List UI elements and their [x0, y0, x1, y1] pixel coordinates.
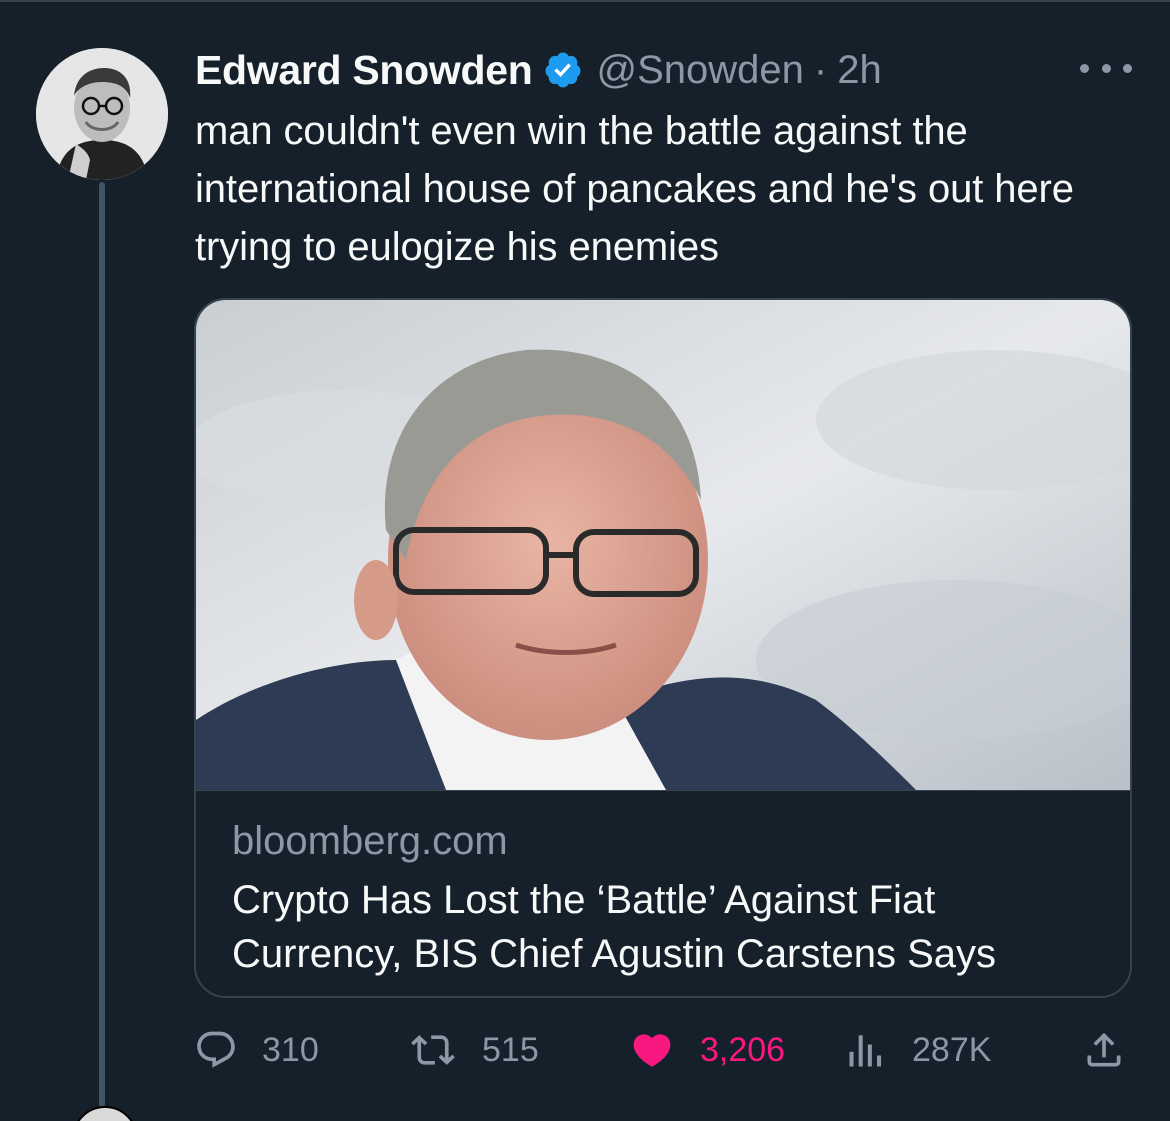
author-handle[interactable]: @Snowden — [597, 48, 804, 93]
link-preview-card[interactable]: bloomberg.com Crypto Has Lost the ‘Battl… — [194, 298, 1132, 998]
retweet-icon — [411, 1035, 455, 1065]
next-tweet-avatar[interactable] — [72, 1106, 138, 1121]
link-card-image — [196, 300, 1130, 790]
reply-button[interactable]: 310 — [194, 1022, 319, 1078]
retweet-button[interactable]: 515 — [408, 1022, 539, 1078]
share-button[interactable] — [1082, 1022, 1126, 1078]
like-count: 3,206 — [700, 1030, 786, 1069]
share-icon — [1087, 1032, 1121, 1067]
tweet-text: man couldn't even win the battle against… — [195, 109, 1074, 269]
retweet-count: 515 — [482, 1030, 539, 1069]
verified-badge-icon — [543, 50, 583, 90]
heart-filled-icon — [633, 1034, 671, 1067]
like-button[interactable]: 3,206 — [628, 1022, 785, 1078]
link-card-domain: bloomberg.com — [232, 819, 508, 863]
more-horizontal-icon — [1123, 63, 1132, 73]
separator-dot: · — [813, 47, 828, 92]
tweet-actions-bar: 310 515 3,206 287K — [194, 1022, 1144, 1078]
more-options-button[interactable] — [1080, 52, 1132, 84]
article-photo — [196, 300, 1130, 790]
top-divider — [0, 0, 1170, 2]
views-count: 287K — [912, 1030, 992, 1069]
views-button[interactable]: 287K — [844, 1022, 991, 1078]
more-horizontal-icon — [1080, 63, 1089, 73]
link-card-title: Crypto Has Lost the ‘Battle’ Against Fia… — [232, 878, 997, 976]
tweet-header: Edward Snowden @Snowden · 2h — [195, 44, 882, 96]
thread-connector-line — [99, 182, 105, 1107]
more-horizontal-icon — [1101, 63, 1111, 73]
link-card-body: bloomberg.com Crypto Has Lost the ‘Battl… — [196, 790, 1130, 996]
author-avatar-photo — [36, 48, 168, 180]
author-display-name[interactable]: Edward Snowden — [195, 47, 533, 94]
views-icon — [849, 1035, 882, 1067]
tweet-timestamp[interactable]: 2h — [837, 48, 882, 93]
author-avatar[interactable] — [36, 48, 168, 180]
reply-count: 310 — [262, 1030, 319, 1069]
reply-icon — [197, 1031, 235, 1068]
